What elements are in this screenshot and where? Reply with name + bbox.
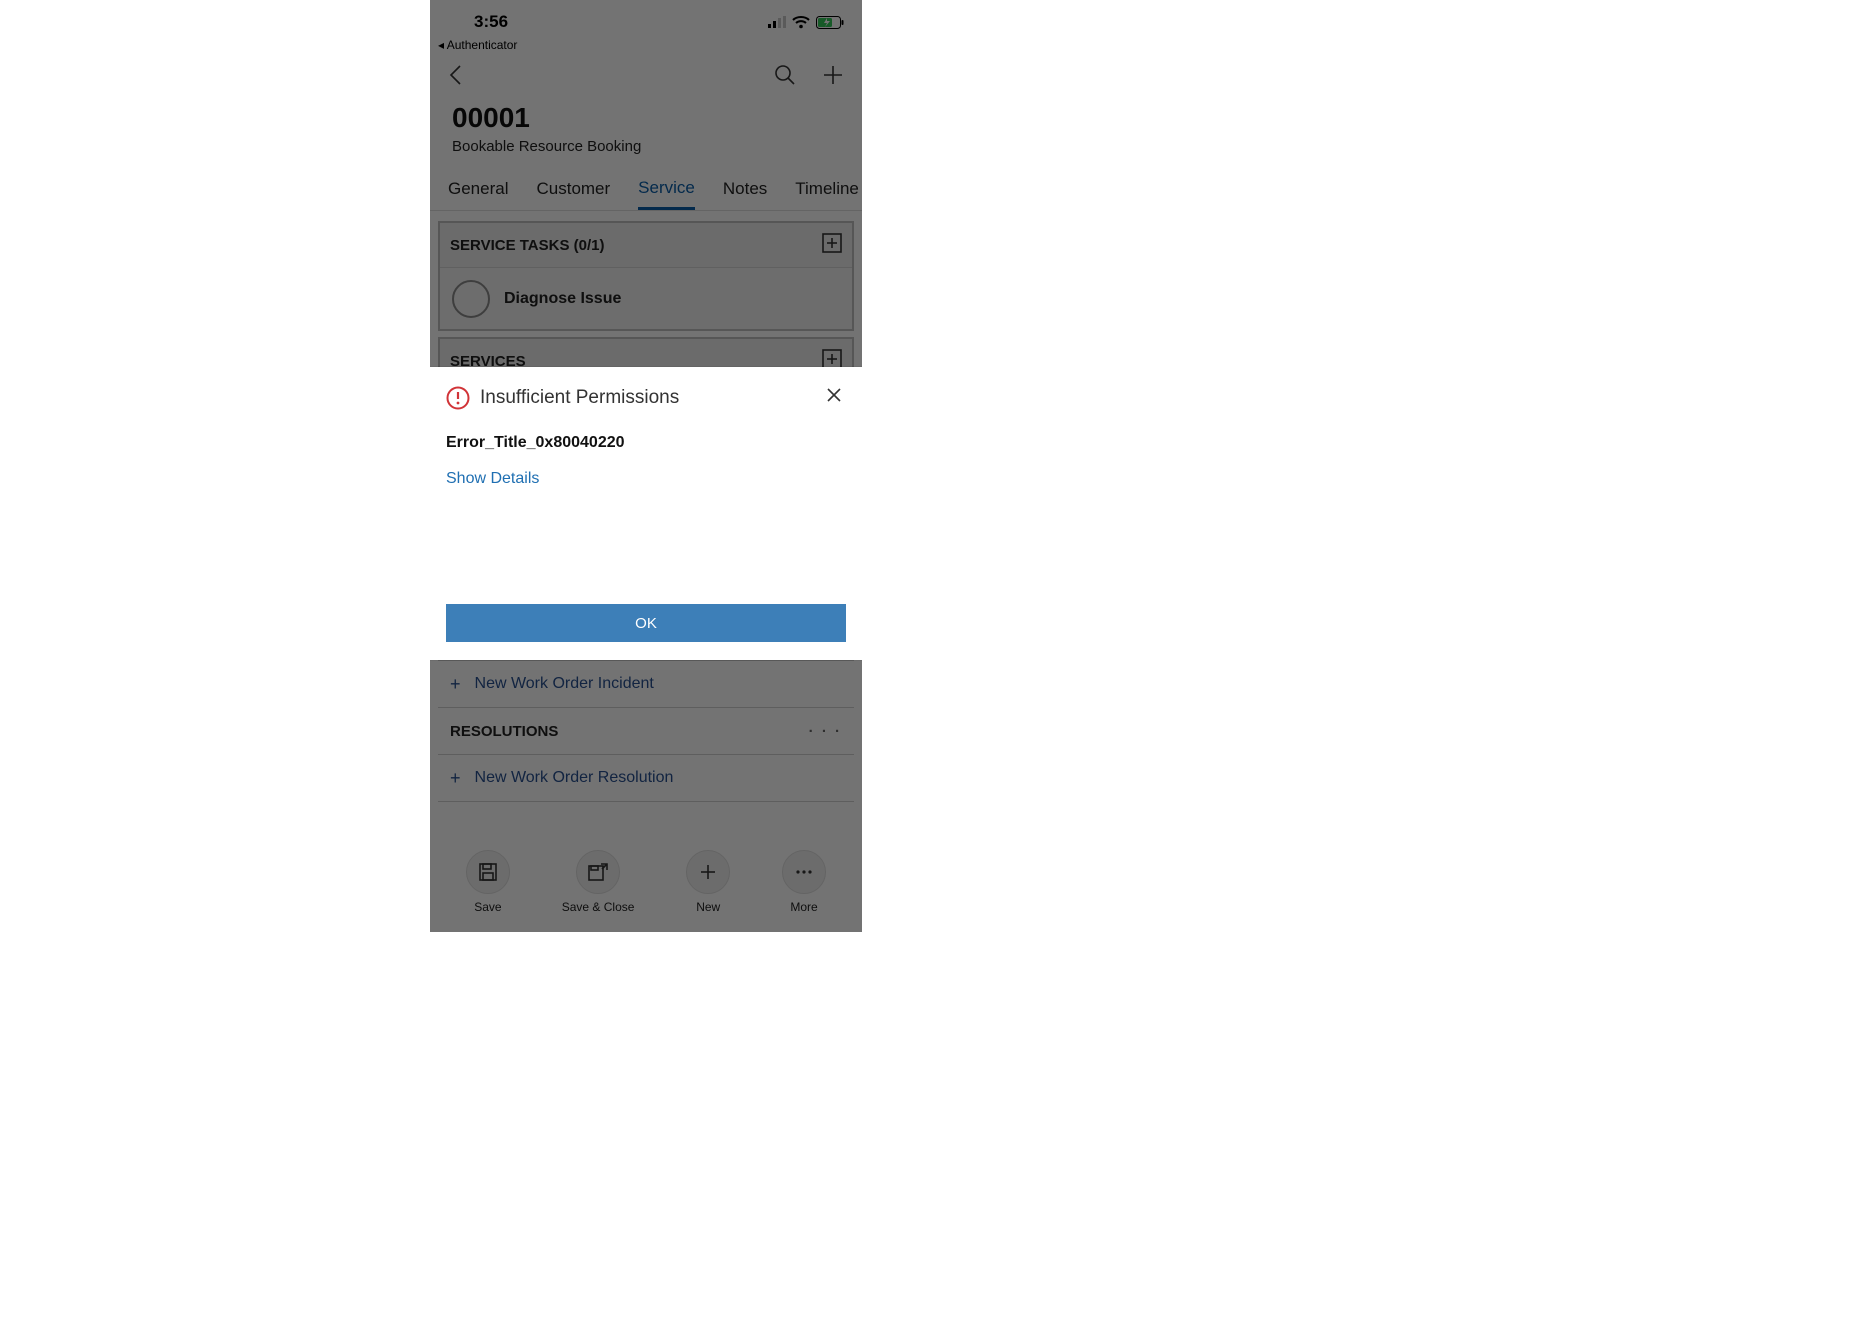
error-code: Error_Title_0x80040220 [446,434,846,452]
task-label: Diagnose Issue [504,290,621,308]
add-incident-row[interactable]: + New Work Order Incident [438,661,854,707]
close-icon [826,387,842,403]
add-resolution-label: New Work Order Resolution [475,769,674,787]
resolutions-more-icon[interactable]: · · · [809,723,842,740]
error-icon [446,386,470,410]
plus-icon: + [450,768,461,789]
tab-notes[interactable]: Notes [723,169,767,208]
ok-button[interactable]: OK [446,604,846,642]
bottom-toolbar: Save Save & Close New More [430,844,862,914]
add-task-icon[interactable] [822,233,842,257]
save-button[interactable]: Save [466,850,510,914]
add-resolution-row[interactable]: + New Work Order Resolution [438,755,854,801]
task-status-icon[interactable] [452,280,490,318]
save-icon [479,863,497,881]
page-subtitle: Bookable Resource Booking [452,138,840,155]
wifi-icon [792,16,810,29]
close-button[interactable] [822,383,846,412]
save-close-button[interactable]: Save & Close [562,850,635,914]
section-service-tasks: SERVICE TASKS (0/1) Diagnose Issue [438,221,854,331]
error-dialog: Insufficient Permissions Error_Title_0x8… [430,367,862,660]
new-icon [699,863,717,881]
status-time: 3:56 [448,12,508,32]
show-details-link[interactable]: Show Details [446,470,846,488]
tab-customer[interactable]: Customer [536,169,610,208]
resolutions-header: RESOLUTIONS [450,723,558,740]
nav-bar [430,52,862,98]
plus-icon: + [450,674,461,695]
search-button[interactable] [774,64,796,86]
dialog-title: Insufficient Permissions [480,387,812,409]
new-button[interactable]: New [686,850,730,914]
more-label: More [790,900,817,914]
tab-service[interactable]: Service [638,168,695,210]
back-button[interactable] [448,64,464,86]
more-button[interactable]: More [782,850,826,914]
save-label: Save [474,900,501,914]
status-indicators [768,16,844,29]
status-bar: 3:56 [430,0,862,44]
more-icon [795,869,813,875]
home-indicator[interactable] [571,921,721,926]
add-incident-label: New Work Order Incident [475,675,654,693]
service-tasks-header: SERVICE TASKS (0/1) [450,237,604,254]
save-close-label: Save & Close [562,900,635,914]
battery-icon [816,16,844,29]
phone-screen: 3:56 Authenticator 000 [430,0,862,932]
page-title: 00001 [452,102,840,134]
tab-general[interactable]: General [448,169,508,208]
tab-timeline[interactable]: Timeline [795,169,859,208]
save-close-icon [588,863,608,881]
new-label: New [696,900,720,914]
add-button[interactable] [822,64,844,86]
cellular-icon [768,16,786,28]
task-row[interactable]: Diagnose Issue [440,267,852,329]
tabs: General Customer Service Notes Timeline [430,167,862,211]
